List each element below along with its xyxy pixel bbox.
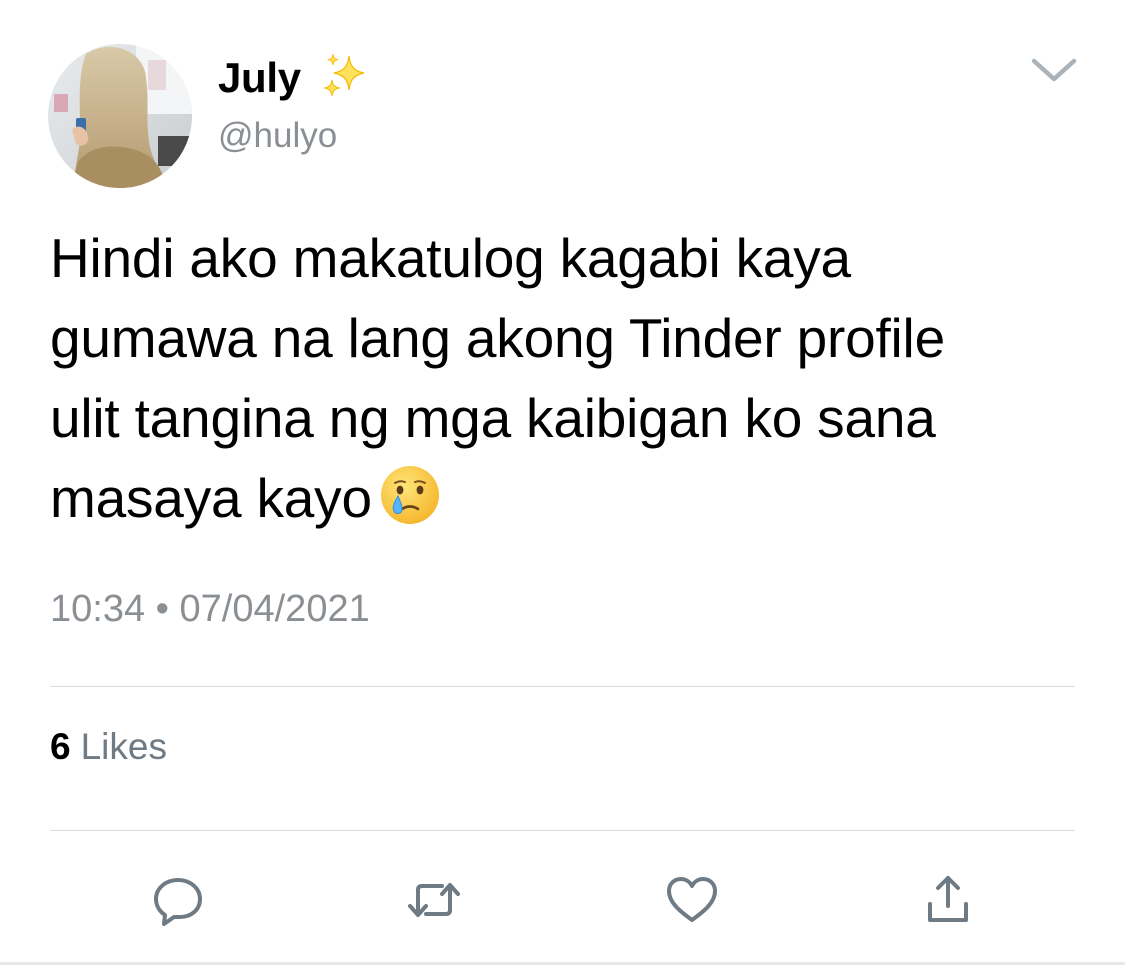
tweet-text-content: Hindi ako makatulog kagabi kaya gumawa n…: [50, 227, 945, 529]
heart-icon: [667, 877, 717, 922]
avatar[interactable]: [48, 44, 192, 188]
like-button[interactable]: [660, 868, 724, 932]
retweet-icon: [408, 883, 460, 917]
chevron-down-icon: [1031, 58, 1077, 82]
tweet-date: 07/04/2021: [179, 588, 370, 630]
reply-icon: [154, 878, 202, 926]
likes-label: Likes: [80, 726, 167, 767]
timestamp: 10:34 • 07/04/2021: [50, 590, 370, 628]
avatar-photo: [48, 44, 192, 188]
divider-bottom: [50, 830, 1075, 831]
handle[interactable]: @hulyo: [218, 118, 337, 153]
sparkles-icon: [323, 53, 364, 97]
reply-button[interactable]: [146, 868, 210, 932]
author-name-row: July: [218, 50, 375, 106]
display-name[interactable]: July: [218, 57, 301, 99]
divider-top: [50, 686, 1075, 687]
retweet-button[interactable]: [402, 868, 466, 932]
share-icon: [928, 876, 968, 922]
likes-row[interactable]: 6 Likes: [50, 728, 167, 765]
timestamp-separator: •: [155, 588, 169, 630]
likes-count: 6: [50, 726, 71, 767]
action-bar: [0, 860, 1125, 940]
more-options-button[interactable]: [1024, 44, 1084, 96]
tweet-text: Hindi ako makatulog kagabi kaya gumawa n…: [50, 218, 1100, 538]
face-holding-back-tears-icon: [380, 466, 439, 524]
tweet-time: 10:34: [50, 588, 146, 630]
share-button[interactable]: [916, 868, 980, 932]
